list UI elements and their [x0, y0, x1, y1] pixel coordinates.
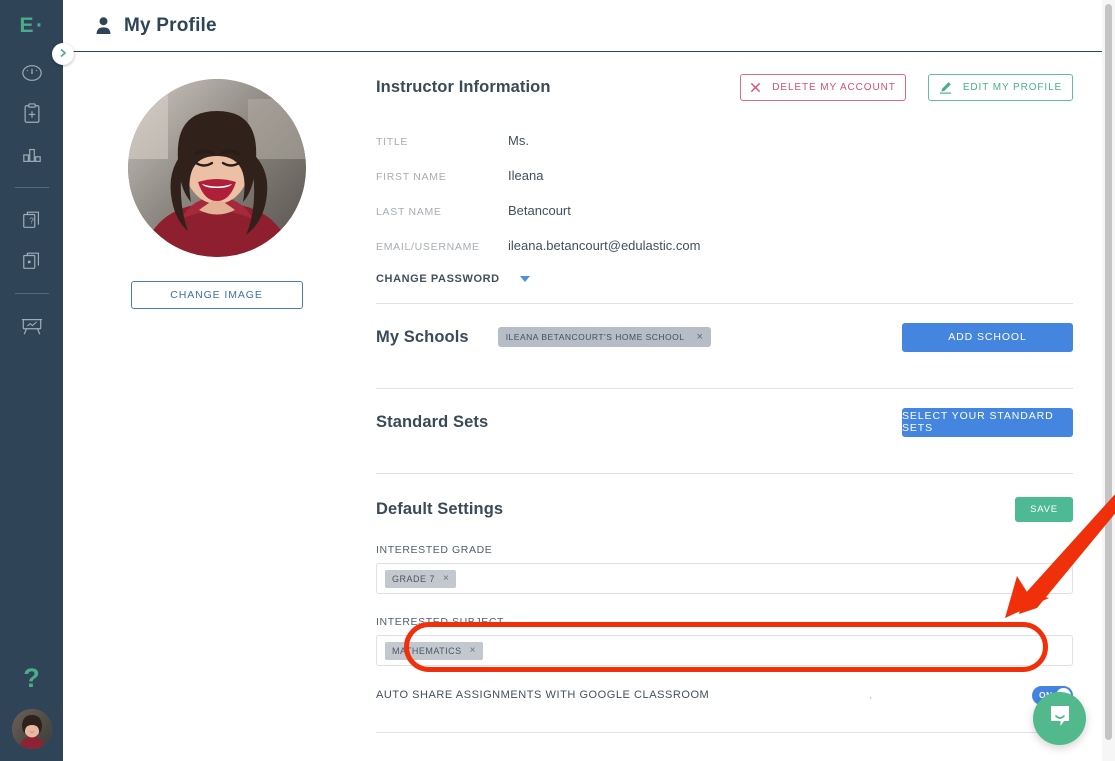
my-schools-left: My Schools ILEANA BETANCOURT'S HOME SCHO…: [376, 327, 711, 347]
subject-tag-remove-icon[interactable]: ×: [470, 646, 476, 656]
auto-share-mid-text: ,: [709, 690, 1032, 701]
sidebar-item-reports[interactable]: [0, 134, 63, 175]
divider-bottom: [376, 732, 1073, 733]
subject-tag-label: MATHEMATICS: [392, 646, 462, 656]
field-value: Ileana: [508, 168, 543, 183]
profile-content: CHANGE IMAGE Instructor Information D: [63, 52, 1115, 733]
sidebar-nav: ?: [0, 52, 63, 346]
grade-tag-remove-icon[interactable]: ×: [443, 574, 449, 584]
instructor-title: Instructor Information: [376, 78, 551, 97]
my-schools-section: My Schools ILEANA BETANCOURT'S HOME SCHO…: [376, 304, 1073, 370]
sidebar-item-manage-class[interactable]: [0, 305, 63, 346]
interested-subject-select[interactable]: MATHEMATICS ×: [376, 635, 1073, 666]
svg-text:?: ?: [29, 216, 34, 225]
sidebar-divider-1: [15, 187, 49, 188]
profile-right-column: Instructor Information DELETE MY ACCOUNT: [370, 52, 1115, 733]
field-row-last-name: LAST NAME Betancourt: [376, 203, 1073, 218]
edit-profile-label: EDIT MY PROFILE: [963, 82, 1062, 93]
instructor-header: Instructor Information DELETE MY ACCOUNT: [376, 52, 1073, 101]
logo-dot: ·: [36, 14, 44, 38]
instructor-actions: DELETE MY ACCOUNT EDIT MY PROFILE: [740, 74, 1073, 101]
app-root: E·: [0, 0, 1115, 761]
question-cards-icon: ?: [21, 209, 43, 231]
close-x-icon: [750, 82, 761, 93]
bar-chart-icon: [21, 145, 43, 165]
main-area: My Profile: [63, 0, 1115, 761]
add-school-button[interactable]: ADD SCHOOL: [902, 323, 1073, 352]
field-row-email: EMAIL/USERNAME ileana.betancourt@edulast…: [376, 238, 1073, 253]
sidebar-item-item-bank[interactable]: ?: [0, 199, 63, 240]
default-settings-header: Default Settings SAVE: [376, 474, 1073, 522]
change-image-button[interactable]: CHANGE IMAGE: [131, 281, 303, 309]
auto-share-row: AUTO SHARE ASSIGNMENTS WITH GOOGLE CLASS…: [376, 672, 1073, 718]
change-password-toggle[interactable]: CHANGE PASSWORD: [376, 273, 1073, 285]
profile-left-column: CHANGE IMAGE: [63, 52, 370, 733]
play-cards-icon: [21, 250, 43, 272]
sidebar-avatar[interactable]: [12, 709, 52, 749]
instructor-fields: TITLE Ms. FIRST NAME Ileana LAST NAME Be…: [376, 133, 1073, 253]
standard-sets-section: Standard Sets SELECT YOUR STANDARD SETS: [376, 389, 1073, 455]
logo-text: E: [19, 14, 34, 38]
change-password-label: CHANGE PASSWORD: [376, 273, 500, 285]
edit-profile-button[interactable]: EDIT MY PROFILE: [928, 74, 1073, 101]
help-button[interactable]: ?: [23, 665, 40, 692]
interested-subject-label: INTERESTED SUBJECT: [376, 616, 1073, 628]
chat-button[interactable]: [1033, 692, 1086, 745]
presentation-board-icon: [20, 315, 44, 337]
school-tag-remove-icon[interactable]: ×: [697, 332, 704, 343]
school-tag[interactable]: ILEANA BETANCOURT'S HOME SCHOOL ×: [498, 327, 712, 347]
person-icon: [96, 17, 111, 34]
default-settings-title: Default Settings: [376, 500, 503, 519]
school-tag-label: ILEANA BETANCOURT'S HOME SCHOOL: [506, 332, 685, 342]
delete-account-label: DELETE MY ACCOUNT: [772, 82, 895, 93]
sidebar-item-test-library[interactable]: [0, 240, 63, 281]
field-value: ileana.betancourt@edulastic.com: [508, 238, 700, 253]
field-label: TITLE: [376, 136, 508, 148]
sidebar-divider-2: [15, 293, 49, 294]
interested-grade-select[interactable]: GRADE 7 ×: [376, 563, 1073, 594]
my-schools-title: My Schools: [376, 328, 469, 347]
gauge-icon: [21, 62, 43, 84]
select-standard-sets-button[interactable]: SELECT YOUR STANDARD SETS: [902, 408, 1073, 437]
sidebar: E·: [0, 0, 63, 761]
field-label: EMAIL/USERNAME: [376, 241, 508, 253]
save-button[interactable]: SAVE: [1015, 497, 1073, 522]
page-scrollbar[interactable]: [1102, 0, 1115, 761]
page-title: My Profile: [124, 15, 217, 37]
standard-sets-title: Standard Sets: [376, 413, 488, 432]
scrollbar-thumb[interactable]: [1105, 4, 1112, 740]
clipboard-plus-icon: [22, 103, 42, 125]
field-value: Ms.: [508, 133, 529, 148]
chevron-down-icon: [520, 276, 530, 282]
auto-share-label: AUTO SHARE ASSIGNMENTS WITH GOOGLE CLASS…: [376, 689, 709, 701]
field-row-first-name: FIRST NAME Ileana: [376, 168, 1073, 183]
grade-tag[interactable]: GRADE 7 ×: [385, 570, 456, 588]
interested-grade-label: INTERESTED GRADE: [376, 544, 1073, 556]
delete-account-button[interactable]: DELETE MY ACCOUNT: [740, 74, 906, 101]
sidebar-expand-button[interactable]: [52, 43, 74, 65]
field-label: FIRST NAME: [376, 171, 508, 183]
pencil-icon: [939, 81, 952, 94]
profile-photo: [128, 79, 306, 257]
field-value: Betancourt: [508, 203, 571, 218]
subject-tag[interactable]: MATHEMATICS ×: [385, 642, 483, 660]
chat-bubble-icon: [1047, 703, 1073, 734]
field-row-title: TITLE Ms.: [376, 133, 1073, 148]
top-bar: My Profile: [63, 0, 1115, 52]
app-logo[interactable]: E·: [0, 0, 63, 52]
chevron-right-icon: [58, 45, 68, 63]
sidebar-item-assignments[interactable]: [0, 93, 63, 134]
grade-tag-label: GRADE 7: [392, 574, 435, 584]
field-label: LAST NAME: [376, 206, 508, 218]
